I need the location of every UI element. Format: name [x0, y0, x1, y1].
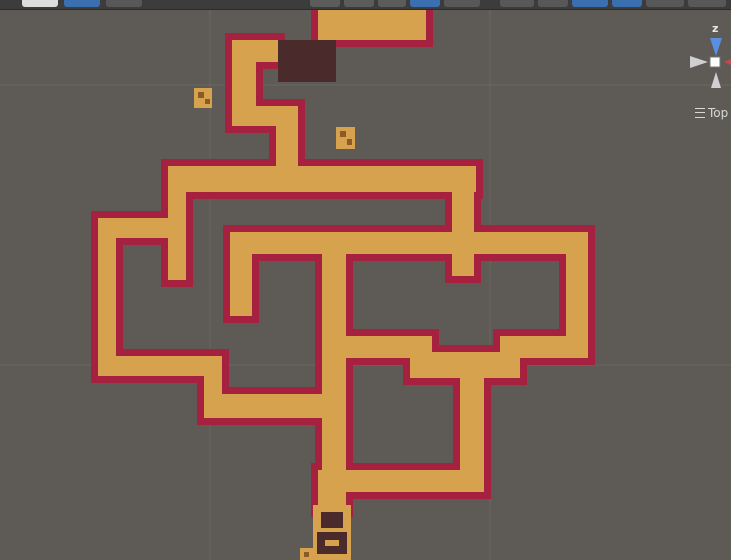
crate-sprite-left: [194, 88, 212, 108]
layout-button[interactable]: [646, 0, 684, 7]
projection-label[interactable]: Top: [695, 104, 728, 122]
dark-room: [278, 40, 336, 82]
projection-text: Top: [708, 106, 729, 120]
floor-tile: [346, 470, 484, 492]
floor-tile: [322, 232, 346, 476]
orientation-gizmo[interactable]: z: [684, 20, 731, 100]
gizmo-z-arrow-icon: [710, 38, 722, 56]
view-button[interactable]: [612, 0, 642, 7]
camera-button[interactable]: [500, 0, 534, 7]
transform-field[interactable]: [22, 0, 58, 7]
gizmo-down-arrow-icon: [711, 72, 721, 88]
overflow-button[interactable]: [688, 0, 726, 7]
gizmo-center-cube-icon: [709, 56, 721, 68]
crate-sprite-middle: [336, 127, 355, 149]
floor-tile: [318, 470, 346, 510]
floor-tile: [230, 232, 252, 316]
floor-tile: [98, 356, 222, 376]
lighting-button[interactable]: [344, 0, 374, 7]
floor-tile: [452, 186, 474, 276]
layers-button[interactable]: [572, 0, 608, 7]
entrance-sprite: [300, 505, 351, 560]
gizmo-z-label: z: [712, 22, 719, 35]
dungeon-tilemap: [91, 3, 595, 517]
floor-tile: [98, 218, 116, 356]
floor-tile: [204, 394, 342, 418]
floor-tile: [168, 166, 476, 192]
scene-toolbar: [0, 0, 731, 10]
pivot-button[interactable]: [64, 0, 100, 7]
shading-button[interactable]: [310, 0, 340, 7]
tools-button[interactable]: [538, 0, 568, 7]
snap-button[interactable]: [106, 0, 142, 7]
floor-tile: [346, 336, 432, 358]
effects-button[interactable]: [410, 0, 440, 7]
gizmo-left-arrow-icon: [690, 56, 708, 68]
audio-button[interactable]: [378, 0, 406, 7]
scene-view-canvas[interactable]: [0, 0, 731, 560]
gizmos-button[interactable]: [444, 0, 480, 7]
menu-icon: [695, 108, 705, 118]
gizmo-x-arrow-icon: [724, 59, 731, 65]
floor-tile: [230, 232, 588, 254]
floor-tile: [318, 10, 342, 40]
